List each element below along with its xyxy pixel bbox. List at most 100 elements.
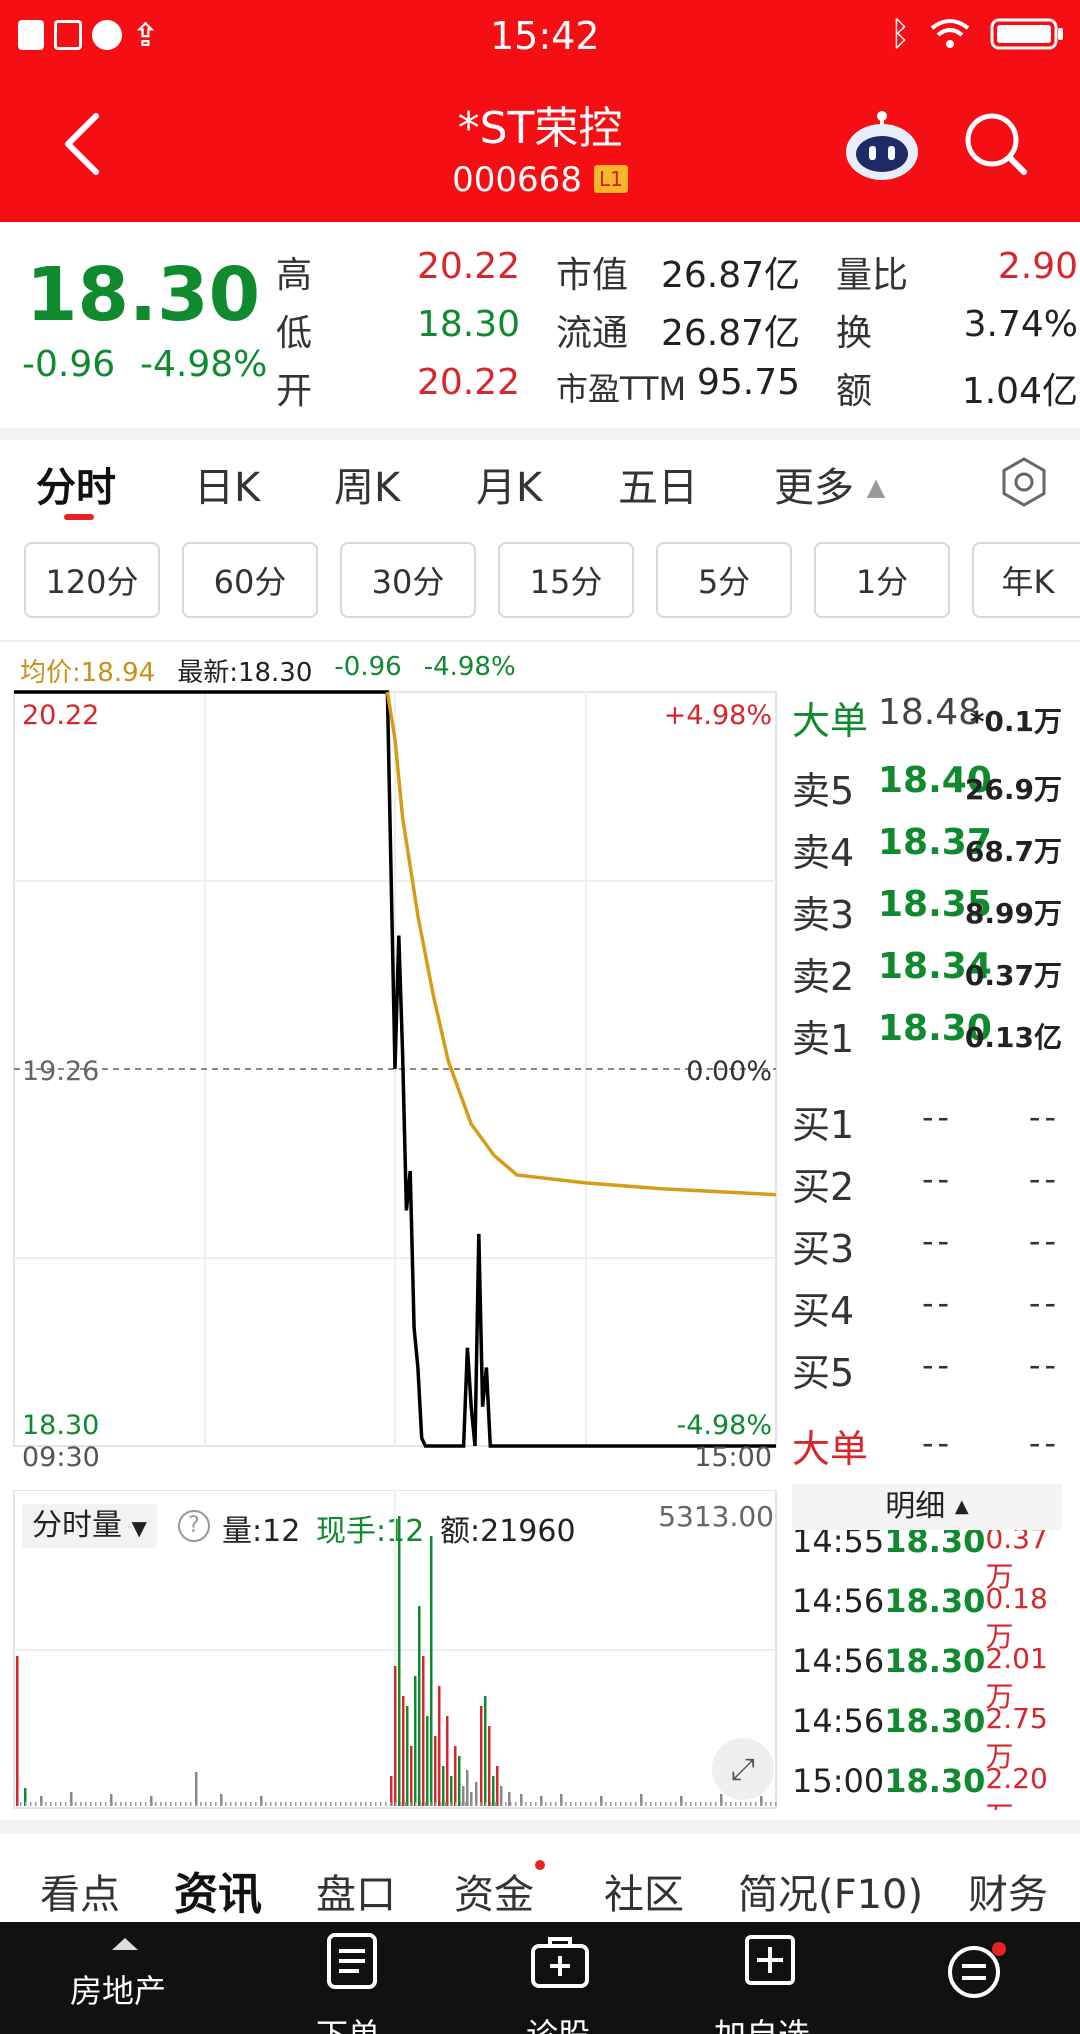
- pill-5min[interactable]: 5分: [656, 542, 792, 618]
- volume-bar: [490, 1802, 492, 1806]
- tab-monthly-k[interactable]: 月K: [476, 455, 542, 513]
- avg-price-label: 均价:18.94: [20, 658, 156, 688]
- volume-bar: [600, 1802, 602, 1806]
- volume-bar: [385, 1802, 387, 1806]
- bluetooth-icon: ᛒ: [890, 14, 911, 54]
- add-watchlist-button[interactable]: 加自选: [710, 1930, 840, 2034]
- tab-highlights[interactable]: 看点: [40, 1862, 120, 1920]
- tick-price: 18.30: [884, 1762, 986, 1800]
- tab-intraday[interactable]: 分时: [36, 455, 116, 513]
- tab-more[interactable]: 更多 ▲: [774, 455, 885, 513]
- chart-change-pct: -4.98%: [423, 652, 516, 682]
- bid-volume: --: [1028, 1346, 1060, 1384]
- diagnose-button[interactable]: 诊股: [510, 1930, 610, 2034]
- volume-bar: [265, 1802, 267, 1806]
- tick-detail-toggle[interactable]: 明细 ▲: [792, 1484, 1062, 1530]
- bid-label: 买2: [792, 1165, 855, 1209]
- bid-price[interactable]: --: [922, 1160, 953, 1198]
- volume-bar: [455, 1802, 457, 1806]
- pill-15min[interactable]: 15分: [498, 542, 634, 618]
- volume-bar: [205, 1802, 207, 1806]
- tick-list[interactable]: 14:55 18.30 0.37万 14:56 18.30 0.18万 14:56 18.30…: [784, 1530, 1080, 1810]
- tab-community[interactable]: 社区: [604, 1862, 684, 1920]
- latest-price-label: 最新:18.30: [177, 658, 313, 688]
- volume-bar: [760, 1802, 762, 1806]
- volume-bar: [435, 1802, 437, 1806]
- tick-detail-label: 明细: [885, 1489, 946, 1524]
- volume-bar: [422, 1656, 425, 1806]
- pill-60min[interactable]: 60分: [182, 542, 318, 618]
- medical-kit-icon: [531, 1937, 589, 1988]
- settings-hex-icon[interactable]: [998, 456, 1050, 508]
- tab-daily-k[interactable]: 日K: [194, 455, 260, 513]
- bid-price[interactable]: --: [922, 1346, 953, 1384]
- volume-bar: [85, 1802, 87, 1806]
- volume-bar: [480, 1706, 483, 1806]
- open-value: 20.22: [416, 362, 520, 403]
- order-button[interactable]: 下单: [300, 1930, 400, 2034]
- volume-ratio-value: 2.90: [997, 246, 1078, 287]
- high-label: 高: [276, 255, 313, 296]
- volume-bar: [485, 1802, 487, 1806]
- pill-yearly-k[interactable]: 年K: [972, 542, 1080, 618]
- pill-30min[interactable]: 30分: [340, 542, 476, 618]
- tab-five-day[interactable]: 五日: [618, 455, 698, 513]
- volume-bar: [325, 1802, 327, 1806]
- tab-f10-profile[interactable]: 简况(F10): [738, 1862, 923, 1920]
- pill-120min[interactable]: 120分: [24, 542, 160, 618]
- volume-bar: [400, 1802, 402, 1806]
- volume-bar: [305, 1802, 307, 1806]
- high-value: 20.22: [416, 246, 520, 287]
- y-label-mid: 19.26: [22, 1056, 99, 1087]
- bid-price[interactable]: --: [922, 1098, 953, 1136]
- add-watchlist-label: 加自选: [714, 2010, 810, 2034]
- add-box-icon: [745, 1935, 795, 1985]
- volume-bar: [605, 1802, 607, 1806]
- robot-assistant-icon[interactable]: [842, 106, 922, 182]
- tab-order-book[interactable]: 盘口: [316, 1862, 396, 1920]
- volume-bar: [120, 1802, 122, 1806]
- volume-bar: [230, 1802, 232, 1806]
- tab-more-label: 更多: [774, 465, 854, 511]
- volume-bar: [165, 1802, 167, 1806]
- tab-news[interactable]: 资讯: [174, 1858, 262, 1922]
- section-divider: [0, 640, 1080, 642]
- tab-financials[interactable]: 财务: [968, 1862, 1048, 1920]
- volume-bar: [445, 1802, 447, 1806]
- volume-bar: [462, 1786, 465, 1806]
- fullscreen-button[interactable]: ⤢: [712, 1738, 774, 1800]
- tab-weekly-k[interactable]: 周K: [334, 455, 400, 513]
- volume-bar: [510, 1802, 512, 1806]
- bid-price[interactable]: --: [922, 1284, 953, 1322]
- volume-bar: [60, 1802, 62, 1806]
- bid-price[interactable]: --: [922, 1222, 953, 1260]
- search-icon[interactable]: [962, 110, 1030, 180]
- volume-bar: [240, 1802, 242, 1806]
- volume-bar: [140, 1802, 142, 1806]
- big-order-bottom-price: --: [922, 1424, 954, 1462]
- tick-volume: 2.20万: [985, 1762, 1048, 1810]
- volume-bar: [300, 1802, 302, 1806]
- big-order-volume: *0.1万: [969, 705, 1062, 738]
- intraday-price-chart[interactable]: 20.22 19.26 18.30 +4.98% 0.00% -4.98% 09…: [0, 688, 784, 1468]
- volume-bar: [426, 1716, 429, 1806]
- pill-1min[interactable]: 1分: [814, 542, 950, 618]
- pct-label-bottom: -4.98%: [676, 1410, 772, 1441]
- volume-bar: [755, 1802, 757, 1806]
- low-value: 18.30: [416, 304, 520, 345]
- market-cap-label: 市值: [556, 255, 629, 296]
- volume-bar: [90, 1802, 92, 1806]
- sector-button[interactable]: 房地产: [40, 1930, 210, 2030]
- volume-bar: [620, 1802, 622, 1806]
- volume-bar: [458, 1756, 461, 1806]
- volume-bar: [442, 1766, 445, 1806]
- caret-up-icon: ▲: [866, 473, 886, 501]
- volume-bar: [145, 1802, 147, 1806]
- volume-bar: [430, 1802, 432, 1806]
- volume-bar: [315, 1802, 317, 1806]
- volume-bar: [775, 1802, 777, 1806]
- bid-label: 买3: [792, 1227, 855, 1271]
- menu-button[interactable]: [946, 1942, 1006, 2004]
- volume-bar: [470, 1802, 472, 1806]
- tab-funds[interactable]: 资金: [454, 1862, 534, 1920]
